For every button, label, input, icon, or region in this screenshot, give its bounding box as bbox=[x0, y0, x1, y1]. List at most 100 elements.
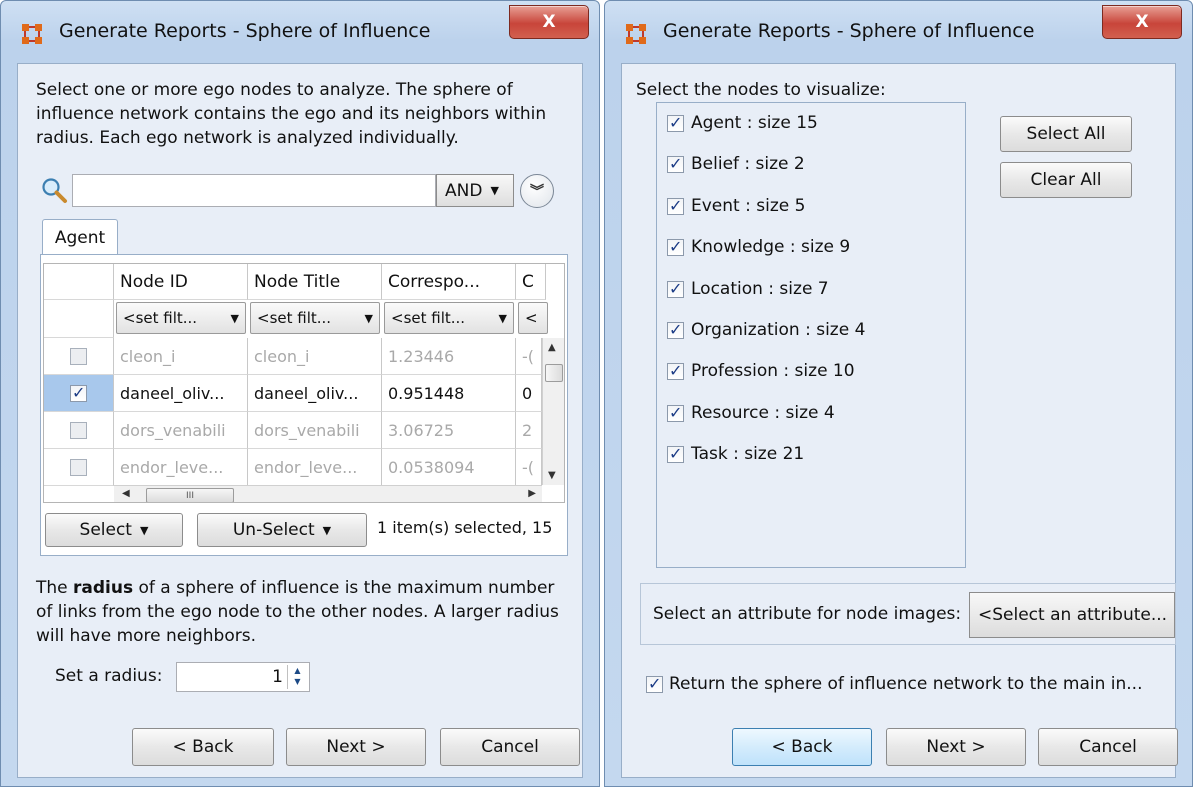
sphere-of-influence-dialog-step1: Generate Reports - Sphere of Influence X… bbox=[0, 0, 600, 787]
vertical-scroll-thumb[interactable] bbox=[545, 364, 563, 382]
horizontal-scrollbar[interactable]: ◀ III ▶ bbox=[114, 485, 542, 502]
return-network-option[interactable]: Return the sphere of influence network t… bbox=[646, 674, 1143, 694]
radius-value[interactable]: 1 bbox=[272, 667, 283, 687]
selection-status: 1 item(s) selected, 15 bbox=[377, 518, 553, 537]
node-class-label: Organization : size 4 bbox=[691, 320, 866, 340]
radius-label: Set a radius: bbox=[55, 666, 163, 686]
search-operator-value: AND bbox=[445, 180, 483, 201]
select-all-button[interactable]: Select All bbox=[1000, 116, 1132, 152]
filter-correspondence[interactable]: <set filt... ▼ bbox=[384, 302, 514, 334]
back-button[interactable]: < Back bbox=[732, 728, 872, 766]
node-class-agent[interactable]: Agent : size 15 bbox=[667, 113, 818, 133]
row-checkbox[interactable] bbox=[70, 347, 87, 365]
cell-partial: 0 bbox=[516, 375, 542, 412]
unselect-menu-button[interactable]: Un-Select ▼ bbox=[197, 513, 367, 547]
vertical-scrollbar[interactable]: ▲ ▼ bbox=[542, 338, 564, 485]
scroll-up-icon[interactable]: ▲ bbox=[548, 342, 556, 353]
node-class-task[interactable]: Task : size 21 bbox=[667, 444, 804, 464]
node-image-attribute-panel: Select an attribute for node images: <Se… bbox=[640, 583, 1176, 645]
radius-text-before: The bbox=[36, 578, 74, 598]
filter-partial[interactable]: < bbox=[518, 302, 548, 334]
cell-node-id: daneel_oliv... bbox=[114, 375, 248, 412]
scroll-left-icon[interactable]: ◀ bbox=[122, 488, 130, 499]
search-input[interactable] bbox=[72, 174, 436, 207]
chevron-down-icon: ▼ bbox=[364, 311, 373, 325]
app-network-icon bbox=[626, 24, 646, 44]
node-class-checkbox[interactable] bbox=[667, 196, 684, 215]
tab-agent[interactable]: Agent bbox=[42, 219, 118, 255]
filter-row-spacer bbox=[44, 300, 114, 338]
node-class-label: Agent : size 15 bbox=[691, 113, 818, 133]
node-class-checkbox[interactable] bbox=[667, 237, 684, 256]
row-checkbox-cell[interactable] bbox=[44, 449, 114, 486]
row-checkbox-cell[interactable] bbox=[44, 412, 114, 449]
chevron-down-icon: ▼ bbox=[490, 184, 499, 197]
cancel-button[interactable]: Cancel bbox=[1038, 728, 1178, 766]
column-header-partial[interactable]: C bbox=[516, 264, 546, 300]
cell-node-title: cleon_i bbox=[248, 338, 382, 375]
node-table: Node ID Node Title Correspo... C <set fi… bbox=[43, 263, 565, 503]
filter-label: <set filt... bbox=[391, 309, 466, 327]
close-button[interactable]: X bbox=[1102, 5, 1182, 39]
close-button[interactable]: X bbox=[509, 5, 589, 39]
radius-spinner[interactable]: 1 ▲ ▼ bbox=[176, 662, 310, 692]
node-class-checkbox[interactable] bbox=[667, 444, 684, 463]
column-header-correspondence[interactable]: Correspo... bbox=[382, 264, 516, 300]
back-button[interactable]: < Back bbox=[132, 728, 274, 766]
node-class-checkbox[interactable] bbox=[667, 113, 684, 132]
title-bar[interactable]: Generate Reports - Sphere of Influence X bbox=[1, 1, 599, 63]
node-class-checkbox[interactable] bbox=[667, 320, 684, 339]
expand-options-button[interactable]: ︾ bbox=[520, 174, 554, 208]
spinner-arrows-icon[interactable]: ▲ ▼ bbox=[287, 665, 307, 689]
row-checkbox-cell[interactable] bbox=[44, 338, 114, 375]
node-class-checkbox[interactable] bbox=[667, 403, 684, 422]
row-checkbox[interactable] bbox=[70, 458, 87, 476]
cell-correspondence: 1.23446 bbox=[382, 338, 516, 375]
node-class-profession[interactable]: Profession : size 10 bbox=[667, 361, 855, 381]
node-class-belief[interactable]: Belief : size 2 bbox=[667, 154, 805, 174]
title-bar[interactable]: Generate Reports - Sphere of Influence X bbox=[605, 1, 1192, 63]
chevron-down-icon: ▼ bbox=[322, 523, 332, 537]
filter-node-title[interactable]: <set filt... ▼ bbox=[250, 302, 380, 334]
intro-text: Select one or more ego nodes to analyze.… bbox=[36, 80, 547, 148]
node-class-knowledge[interactable]: Knowledge : size 9 bbox=[667, 237, 850, 257]
double-chevron-down-icon: ︾ bbox=[530, 184, 544, 200]
cell-node-id: dors_venabili bbox=[114, 412, 248, 449]
return-network-label: Return the sphere of influence network t… bbox=[669, 674, 1143, 694]
clear-all-button[interactable]: Clear All bbox=[1000, 162, 1132, 198]
chevron-down-icon: ▼ bbox=[498, 311, 507, 325]
return-network-checkbox[interactable] bbox=[646, 674, 663, 693]
select-menu-button[interactable]: Select ▼ bbox=[45, 513, 183, 547]
node-class-checkbox[interactable] bbox=[667, 361, 684, 380]
node-class-organization[interactable]: Organization : size 4 bbox=[667, 320, 865, 340]
scroll-right-icon[interactable]: ▶ bbox=[528, 488, 536, 499]
row-checkbox-cell[interactable] bbox=[44, 375, 114, 412]
dialog-body: Select one or more ego nodes to analyze.… bbox=[17, 63, 583, 778]
cell-correspondence: 3.06725 bbox=[382, 412, 516, 449]
node-class-checkbox[interactable] bbox=[667, 279, 684, 298]
row-checkbox[interactable] bbox=[70, 421, 87, 439]
filter-node-id[interactable]: <set filt... ▼ bbox=[116, 302, 246, 334]
radius-description: The radius of a sphere of influence is t… bbox=[36, 576, 561, 648]
node-class-location[interactable]: Location : size 7 bbox=[667, 279, 829, 299]
row-checkbox[interactable] bbox=[70, 383, 87, 402]
app-network-icon bbox=[22, 24, 42, 44]
node-image-attribute-select[interactable]: <Select an attribute... bbox=[969, 592, 1175, 638]
column-header-node-id[interactable]: Node ID bbox=[114, 264, 248, 300]
node-class-checkbox[interactable] bbox=[667, 154, 684, 173]
window-title: Generate Reports - Sphere of Influence bbox=[59, 20, 431, 42]
node-class-label: Profession : size 10 bbox=[691, 361, 855, 381]
next-button[interactable]: Next > bbox=[286, 728, 426, 766]
next-button[interactable]: Next > bbox=[886, 728, 1026, 766]
horizontal-scroll-thumb[interactable]: III bbox=[146, 488, 234, 502]
search-operator-select[interactable]: AND ▼ bbox=[436, 174, 514, 207]
dialog-body: Select the nodes to visualize: Agent : s… bbox=[621, 63, 1178, 778]
node-class-event[interactable]: Event : size 5 bbox=[667, 196, 805, 216]
cancel-button[interactable]: Cancel bbox=[440, 728, 580, 766]
close-icon: X bbox=[542, 12, 556, 32]
node-class-resource[interactable]: Resource : size 4 bbox=[667, 403, 835, 423]
close-icon: X bbox=[1135, 12, 1149, 32]
column-header-node-title[interactable]: Node Title bbox=[248, 264, 382, 300]
node-class-label: Task : size 21 bbox=[691, 444, 805, 464]
scroll-down-icon[interactable]: ▼ bbox=[548, 470, 556, 481]
